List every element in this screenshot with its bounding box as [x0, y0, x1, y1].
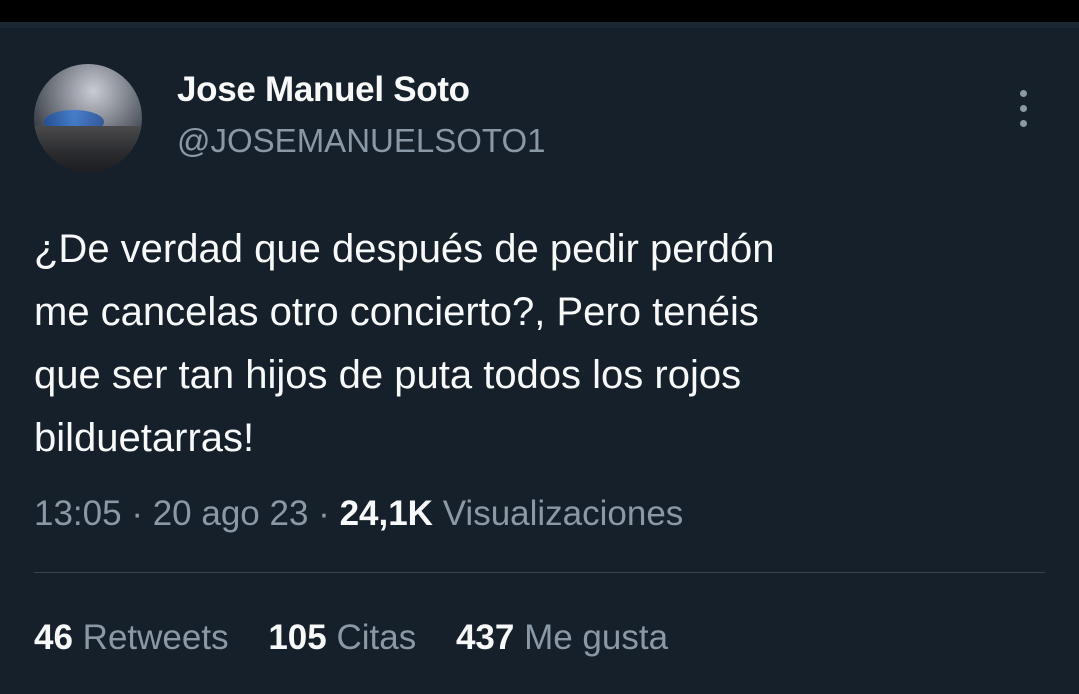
tweet-text: ¿De verdad que después de pedir perdón m… [34, 227, 775, 460]
tweet-time[interactable]: 13:05 [34, 494, 122, 533]
quotes-count: 105 [268, 618, 327, 657]
quotes-stat[interactable]: 105 Citas [268, 618, 416, 658]
more-dot [1020, 90, 1027, 97]
retweets-count: 46 [34, 618, 73, 657]
tweet-stats: 46 Retweets 105 Citas 437 Me gusta [34, 618, 698, 658]
retweets-label: Retweets [82, 618, 229, 657]
divider [34, 572, 1045, 573]
tweet-meta: 13:05 · 20 ago 23 · 24,1K Visualizacione… [34, 494, 683, 534]
more-dot [1020, 120, 1027, 127]
more-vertical-icon[interactable] [1008, 84, 1038, 134]
quotes-label: Citas [336, 618, 417, 657]
more-dot [1020, 105, 1027, 112]
top-bar [0, 0, 1079, 22]
tweet-card: Jose Manuel Soto @JOSEMANUELSOTO1 ¿De ve… [0, 28, 1079, 694]
likes-label: Me gusta [524, 618, 669, 657]
tweet-date[interactable]: 20 ago 23 [153, 494, 309, 533]
avatar[interactable] [34, 64, 142, 172]
meta-separator: · [318, 494, 330, 533]
retweets-stat[interactable]: 46 Retweets [34, 618, 229, 658]
views-count: 24,1K [339, 494, 433, 533]
avatar-crowd [34, 126, 142, 172]
author-display-name[interactable]: Jose Manuel Soto [177, 70, 470, 110]
author-handle[interactable]: @JOSEMANUELSOTO1 [177, 122, 545, 160]
meta-separator: · [131, 494, 143, 533]
likes-stat[interactable]: 437 Me gusta [456, 618, 668, 658]
likes-count: 437 [455, 618, 515, 657]
views-label: Visualizaciones [442, 494, 684, 533]
